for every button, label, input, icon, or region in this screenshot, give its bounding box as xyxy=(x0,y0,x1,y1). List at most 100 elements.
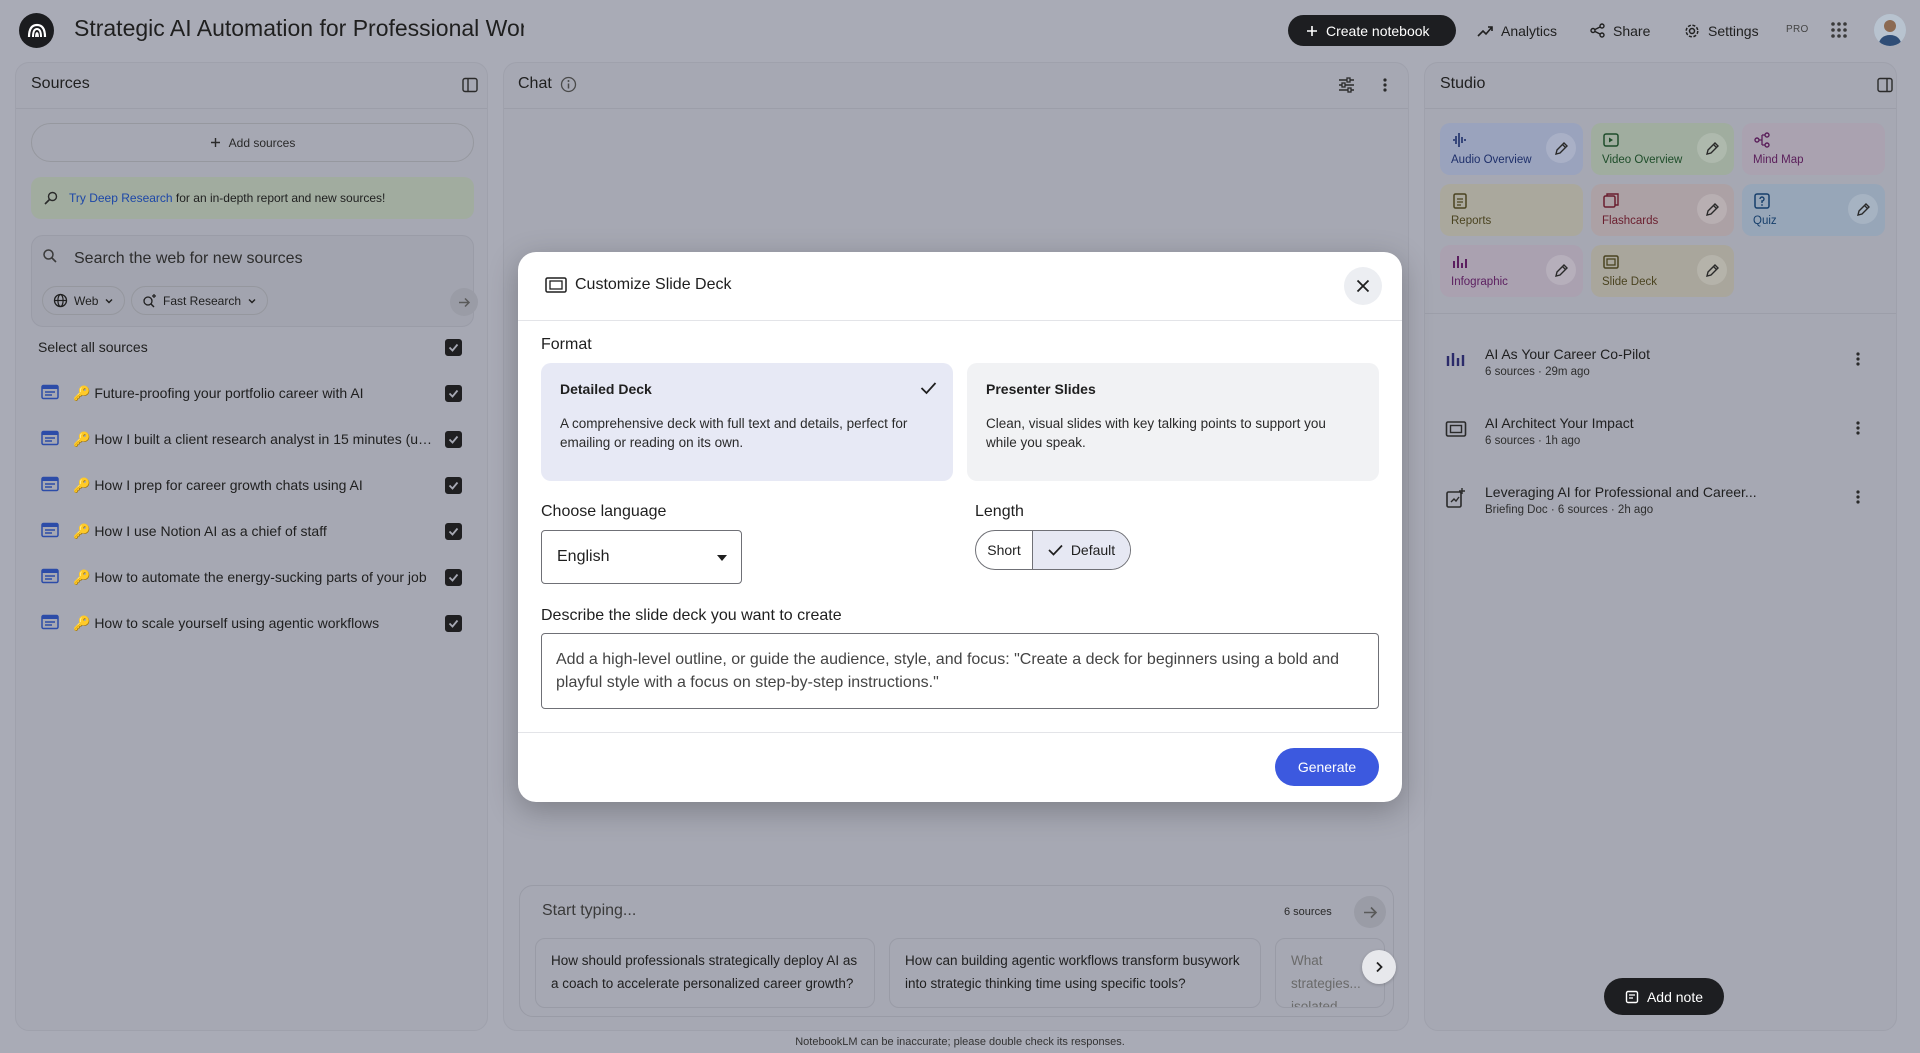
more-vert-icon[interactable] xyxy=(1855,351,1861,367)
source-checkbox[interactable] xyxy=(445,477,462,494)
studio-tile-label: Infographic xyxy=(1451,276,1508,288)
arrow-right-icon xyxy=(458,297,470,307)
source-item[interactable]: 🔑 How I built a client research analyst … xyxy=(31,420,476,460)
chevron-right-icon xyxy=(1376,961,1383,973)
chat-input[interactable]: Start typing... xyxy=(542,902,636,920)
more-vert-icon[interactable] xyxy=(1855,489,1861,505)
suggestion-chip[interactable]: How can building agentic workflows trans… xyxy=(889,938,1261,1008)
check-icon xyxy=(448,389,459,398)
edit-button[interactable] xyxy=(1697,194,1727,224)
studio-tile-video-overview[interactable]: Video Overview xyxy=(1591,123,1734,175)
length-default-label: Default xyxy=(1070,542,1116,558)
pencil-icon xyxy=(1705,263,1719,277)
source-item[interactable]: 🔑 How I prep for career growth chats usi… xyxy=(31,466,476,506)
source-label: 🔑 How I built a client research analyst … xyxy=(73,431,433,447)
audio-waveform-icon xyxy=(1453,133,1466,147)
analytics-button[interactable]: Analytics xyxy=(1477,15,1557,46)
share-button[interactable]: Share xyxy=(1590,15,1650,46)
notebooklm-logo-icon[interactable] xyxy=(19,13,54,48)
avatar[interactable] xyxy=(1874,14,1906,46)
studio-tile-label: Reports xyxy=(1451,215,1492,227)
edit-button[interactable] xyxy=(1848,194,1878,224)
source-item[interactable]: 🔑 How to scale yourself using agentic wo… xyxy=(31,604,476,644)
more-vert-icon[interactable] xyxy=(1855,420,1861,436)
source-item[interactable]: 🔑 How to automate the energy-sucking par… xyxy=(31,558,476,598)
edit-button[interactable] xyxy=(1697,133,1727,163)
settings-label: Settings xyxy=(1708,22,1759,39)
length-default-option[interactable]: Default xyxy=(1033,531,1130,569)
studio-tile-infographic[interactable]: Infographic xyxy=(1440,245,1583,297)
source-checkbox[interactable] xyxy=(445,431,462,448)
studio-artifact-item[interactable]: Leveraging AI for Professional and Caree… xyxy=(1425,467,1895,527)
suggestion-chip[interactable]: How should professionals strategically d… xyxy=(535,938,875,1008)
source-label: 🔑 How to scale yourself using agentic wo… xyxy=(73,615,380,631)
plus-icon xyxy=(210,138,220,147)
submit-search-button[interactable] xyxy=(450,288,478,316)
format-option-presenter-slides[interactable]: Presenter Slides Clean, visual slides wi… xyxy=(967,363,1379,481)
edit-button[interactable] xyxy=(1697,255,1727,285)
web-source-dropdown[interactable]: Web xyxy=(42,286,126,315)
artifact-title: Leveraging AI for Professional and Caree… xyxy=(1485,484,1757,500)
more-vert-icon[interactable] xyxy=(1382,77,1388,93)
search-input[interactable]: Search the web for new sources xyxy=(74,250,303,268)
divider xyxy=(504,108,1408,109)
source-checkbox[interactable] xyxy=(445,523,462,540)
source-checkbox[interactable] xyxy=(445,385,462,402)
next-suggestions-button[interactable] xyxy=(1362,950,1396,984)
document-icon xyxy=(41,568,59,584)
studio-tile-flashcards[interactable]: Flashcards xyxy=(1591,184,1734,236)
edit-button[interactable] xyxy=(1546,133,1576,163)
generate-button[interactable]: Generate xyxy=(1275,748,1379,786)
collapse-panel-icon[interactable] xyxy=(462,77,478,93)
studio-tile-audio-overview[interactable]: Audio Overview xyxy=(1440,123,1583,175)
deep-research-link[interactable]: Try Deep Research xyxy=(69,191,173,205)
search-icon xyxy=(43,249,57,263)
collapse-panel-icon[interactable] xyxy=(1877,77,1893,93)
caret-down-icon xyxy=(717,555,727,561)
studio-artifact-item[interactable]: AI As Your Career Co-Pilot 6 sources · 29… xyxy=(1425,329,1895,389)
studio-tile-mind-map[interactable]: Mind Map xyxy=(1742,123,1885,175)
source-item[interactable]: 🔑 How I use Notion AI as a chief of staf… xyxy=(31,512,476,552)
info-icon[interactable] xyxy=(560,76,577,93)
add-sources-label: Add sources xyxy=(228,135,296,150)
studio-tile-slide-deck[interactable]: Slide Deck xyxy=(1591,245,1734,297)
close-button[interactable] xyxy=(1344,267,1382,305)
document-icon xyxy=(41,384,59,400)
studio-tile-label: Audio Overview xyxy=(1451,154,1532,166)
language-select[interactable]: English xyxy=(541,530,742,584)
web-chip-label: Web xyxy=(74,293,99,308)
format-option-detailed-deck[interactable]: Detailed Deck A comprehensive deck with … xyxy=(541,363,953,481)
edit-button[interactable] xyxy=(1546,255,1576,285)
create-notebook-button[interactable]: Create notebook xyxy=(1288,15,1456,46)
check-icon xyxy=(448,573,459,582)
sources-panel: Sources Add sources Try Deep Research fo… xyxy=(15,62,488,1031)
settings-button[interactable]: Settings xyxy=(1684,15,1759,46)
studio-artifact-item[interactable]: AI Architect Your Impact 6 sources · 1h a… xyxy=(1425,398,1895,458)
apps-grid-icon[interactable] xyxy=(1830,21,1848,39)
tune-icon[interactable] xyxy=(1338,77,1355,93)
add-note-button[interactable]: Add note xyxy=(1604,978,1724,1015)
studio-tile-label: Quiz xyxy=(1753,215,1777,227)
studio-tile-reports[interactable]: Reports xyxy=(1440,184,1583,236)
send-button[interactable] xyxy=(1354,896,1386,928)
divider xyxy=(16,108,487,109)
pro-badge: PRO xyxy=(1786,24,1809,35)
select-all-checkbox[interactable] xyxy=(445,339,462,356)
source-checkbox[interactable] xyxy=(445,569,462,586)
document-icon xyxy=(41,476,59,492)
source-item[interactable]: 🔑 Future-proofing your portfolio career … xyxy=(31,374,476,414)
artifact-meta: 6 sources · 29m ago xyxy=(1485,366,1590,378)
studio-tile-quiz[interactable]: Quiz xyxy=(1742,184,1885,236)
source-label: 🔑 Future-proofing your portfolio career … xyxy=(73,385,364,401)
notebook-title[interactable]: Strategic AI Automation for Professional… xyxy=(74,15,524,42)
describe-textarea[interactable]: Add a high-level outline, or guide the a… xyxy=(541,633,1379,709)
format-label: Format xyxy=(541,336,592,353)
check-icon xyxy=(920,382,937,395)
add-sources-button[interactable]: Add sources xyxy=(31,123,474,162)
briefing-doc-icon xyxy=(1446,488,1465,508)
length-short-option[interactable]: Short xyxy=(976,531,1033,569)
close-icon xyxy=(1356,279,1370,293)
source-checkbox[interactable] xyxy=(445,615,462,632)
globe-icon xyxy=(53,293,68,308)
research-mode-dropdown[interactable]: Fast Research xyxy=(131,286,269,315)
